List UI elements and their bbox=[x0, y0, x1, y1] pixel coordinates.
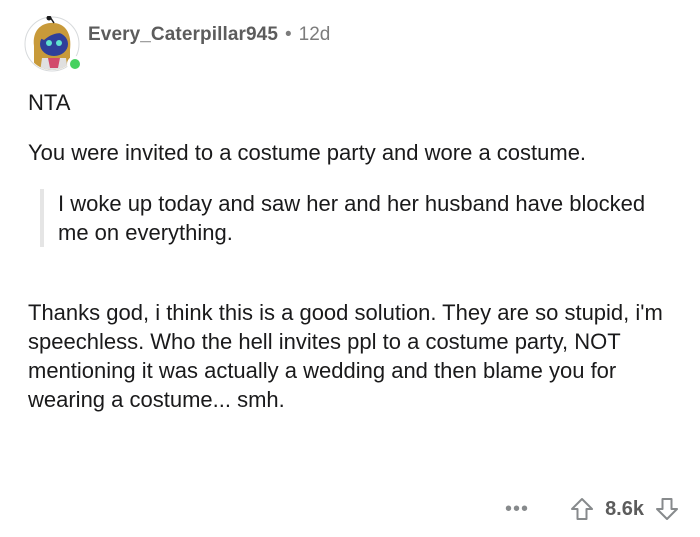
avatar[interactable] bbox=[24, 16, 83, 72]
comment-meta: Every_Caterpillar945 • 12d bbox=[88, 24, 330, 46]
blockquote-text: I woke up today and saw her and her husb… bbox=[58, 191, 646, 245]
comment-header: Every_Caterpillar945 • 12d bbox=[24, 12, 330, 76]
comment-body: NTA You were invited to a costume party … bbox=[28, 88, 678, 414]
comment-actions: ••• 8.6k bbox=[505, 492, 680, 526]
comment-paragraph-nta: NTA bbox=[28, 90, 71, 115]
comment-age[interactable]: 12d bbox=[299, 24, 331, 46]
comment-blockquote: I woke up today and saw her and her husb… bbox=[40, 189, 678, 247]
vote-score: 8.6k bbox=[605, 497, 644, 520]
author-username[interactable]: Every_Caterpillar945 bbox=[88, 24, 278, 46]
meta-separator: • bbox=[285, 24, 292, 45]
comment-paragraph-main: You were invited to a costume party and … bbox=[28, 140, 587, 165]
upvote-arrow-icon[interactable] bbox=[569, 496, 595, 522]
downvote-arrow-icon[interactable] bbox=[654, 496, 680, 522]
online-status-dot bbox=[67, 56, 83, 72]
comment: Every_Caterpillar945 • 12d NTA You were … bbox=[0, 0, 700, 537]
comment-paragraph-thanks: Thanks god, i think this is a good solut… bbox=[28, 300, 663, 412]
more-options-button[interactable]: ••• bbox=[505, 499, 529, 519]
